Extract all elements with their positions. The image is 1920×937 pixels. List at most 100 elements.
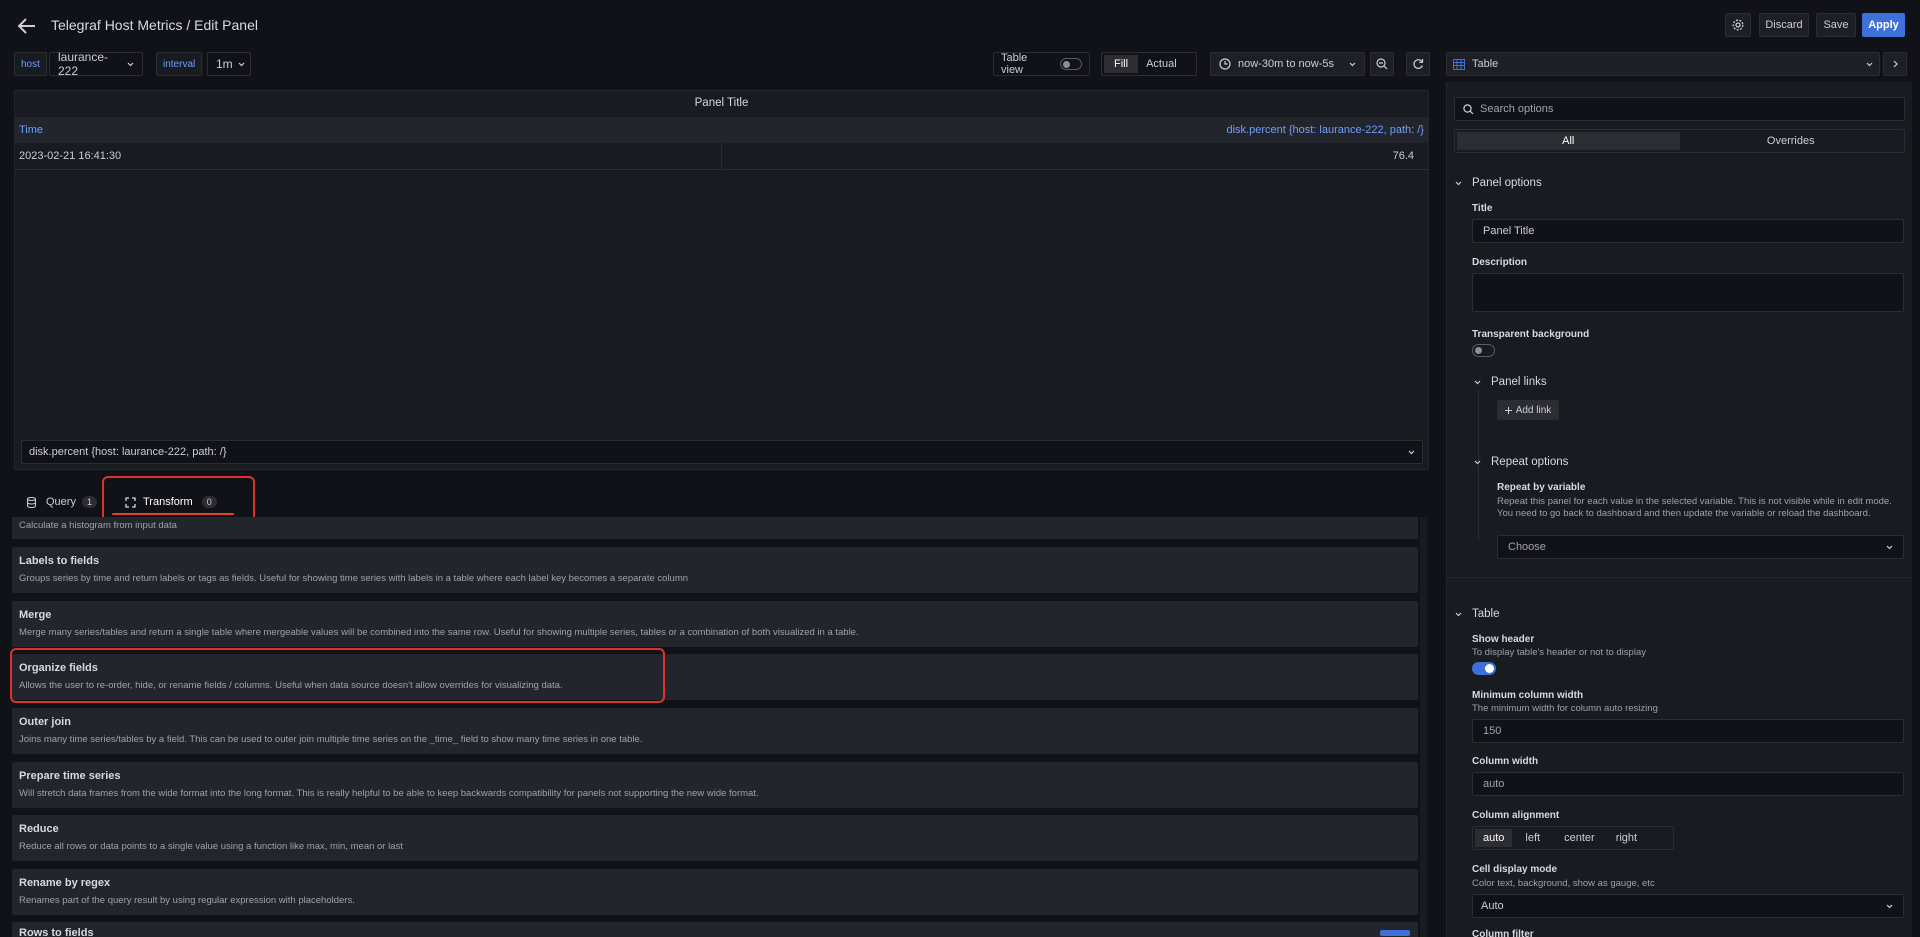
settings-button[interactable] — [1725, 13, 1751, 37]
transform-item-merge[interactable]: Merge Merge many series/tables and retur… — [12, 601, 1418, 647]
section-panel-options[interactable]: Panel options — [1455, 177, 1542, 189]
section-title: Panel links — [1491, 376, 1547, 388]
gear-icon — [1732, 19, 1744, 31]
repeat-by-label: Repeat by variable — [1497, 482, 1586, 493]
col-width-value: auto — [1483, 778, 1505, 790]
title-label: Title — [1472, 203, 1493, 214]
interval-variable-value: 1m — [216, 57, 233, 71]
transform-item-title: Rename by regex — [19, 877, 111, 889]
transform-item-outer-join[interactable]: Outer join Joins many time series/tables… — [12, 708, 1418, 754]
transform-item-title: Merge — [19, 609, 52, 621]
section-repeat-options[interactable]: Repeat options — [1474, 456, 1568, 468]
chevron-down-icon — [1408, 450, 1415, 455]
page-title: Telegraf Host Metrics / Edit Panel — [51, 17, 258, 33]
cell-mode-description: Color text, background, show as gauge, e… — [1472, 878, 1655, 889]
min-col-width-value: 150 — [1483, 725, 1502, 737]
chevron-right-icon — [1893, 60, 1898, 68]
table-view-toggle[interactable]: Table view — [993, 52, 1090, 76]
cell-value: 76.4 — [1392, 150, 1414, 162]
transform-item-labels-to-fields[interactable]: Labels to fields Groups series by time a… — [12, 547, 1418, 593]
section-panel-links[interactable]: Panel links — [1474, 376, 1547, 388]
transform-item-desc: Merge many series/tables and return a si… — [19, 627, 859, 638]
cell-time: 2023-02-21 16:41:30 — [19, 150, 122, 162]
save-button[interactable]: Save — [1816, 13, 1856, 37]
refresh-button[interactable] — [1406, 52, 1430, 76]
time-range-value: now-30m to now-5s — [1238, 58, 1334, 70]
align-auto[interactable]: auto — [1475, 829, 1513, 847]
zoom-out-button[interactable] — [1370, 52, 1394, 76]
title-input[interactable]: Panel Title — [1472, 219, 1904, 243]
query-count-badge: 1 — [81, 496, 97, 508]
actual-button[interactable]: Actual — [1138, 55, 1185, 73]
min-col-width-input[interactable]: 150 — [1472, 719, 1904, 743]
tab-query[interactable]: Query 1 — [27, 496, 97, 508]
cell-mode-label: Cell display mode — [1472, 864, 1558, 875]
chevron-down-icon — [1349, 62, 1356, 67]
toggle-switch[interactable] — [1060, 58, 1082, 70]
table-view-label: Table view — [1001, 52, 1028, 76]
transform-item-rename-by-regex[interactable]: Rename by regex Renames part of the quer… — [12, 869, 1418, 915]
chevron-down-icon — [238, 62, 245, 67]
zoom-out-icon — [1376, 58, 1388, 70]
transform-item-prepare-time-series[interactable]: Prepare time series Will stretch data fr… — [12, 762, 1418, 808]
panel-title: Panel Title — [694, 97, 749, 109]
back-arrow-icon[interactable] — [16, 15, 38, 37]
options-filter-tabs: All Overrides — [1454, 129, 1905, 153]
fill-button[interactable]: Fill — [1104, 55, 1139, 73]
chevron-down-icon — [1866, 62, 1873, 67]
visualization-picker[interactable]: Table — [1446, 52, 1880, 76]
transform-list-scrollbar[interactable] — [1420, 517, 1427, 937]
align-left[interactable]: left — [1512, 829, 1553, 847]
series-select[interactable]: disk.percent {host: laurance-222, path: … — [21, 440, 1423, 464]
transform-item-title: Prepare time series — [19, 770, 121, 782]
transparent-toggle[interactable] — [1472, 344, 1495, 357]
column-header-value[interactable]: disk.percent {host: laurance-222, path: … — [1226, 124, 1424, 136]
add-link-label: Add link — [1515, 404, 1552, 416]
top-bar: Telegraf Host Metrics / Edit Panel Disca… — [0, 0, 1920, 52]
search-icon — [1463, 103, 1474, 115]
interval-variable-select[interactable]: 1m — [207, 52, 251, 76]
chevron-down-icon — [1886, 545, 1893, 550]
min-col-width-label: Minimum column width — [1472, 690, 1584, 701]
options-pane: Search options All Overrides Panel optio… — [1446, 82, 1913, 937]
panel-preview: Panel Title Time disk.percent {host: lau… — [14, 90, 1429, 470]
description-label: Description — [1472, 257, 1528, 268]
apply-button[interactable]: Apply — [1862, 13, 1905, 37]
time-range-picker[interactable]: now-30m to now-5s — [1210, 52, 1365, 76]
align-center[interactable]: center — [1553, 829, 1606, 847]
transform-item-reduce[interactable]: Reduce Reduce all rows or data points to… — [12, 815, 1418, 861]
collapse-options-button[interactable] — [1883, 52, 1907, 76]
transform-item-partial[interactable]: Calculate a histogram from input data — [12, 517, 1418, 539]
search-options-input[interactable]: Search options — [1454, 97, 1905, 121]
host-variable-value: laurance-222 — [58, 50, 109, 78]
section-table[interactable]: Table — [1455, 608, 1500, 620]
transform-item-desc: Renames part of the query result by usin… — [19, 895, 355, 906]
description-textarea[interactable] — [1472, 273, 1904, 312]
table-icon — [1453, 58, 1465, 70]
host-variable-select[interactable]: laurance-222 — [49, 50, 143, 78]
repeat-variable-select[interactable]: Choose — [1497, 535, 1904, 559]
chevron-down-icon — [1474, 460, 1481, 465]
chevron-down-icon — [1455, 612, 1462, 617]
tab-overrides[interactable]: Overrides — [1680, 132, 1903, 150]
transform-item-desc: Will stretch data frames from the wide f… — [19, 788, 759, 799]
section-title: Panel options — [1472, 177, 1542, 189]
transform-item-desc: Joins many time series/tables by a field… — [19, 734, 643, 745]
transform-item-title: Outer join — [19, 716, 71, 728]
col-width-input[interactable]: auto — [1472, 772, 1904, 796]
cell-mode-select[interactable]: Auto — [1472, 894, 1904, 918]
repeat-variable-placeholder: Choose — [1508, 541, 1546, 553]
transparent-label: Transparent background — [1472, 329, 1590, 340]
series-select-value: disk.percent {host: laurance-222, path: … — [29, 446, 227, 458]
column-header-time[interactable]: Time — [19, 124, 43, 136]
transform-item-rows-to-fields[interactable]: Rows to fields — [12, 922, 1418, 937]
transform-item-desc: Groups series by time and return labels … — [19, 573, 689, 584]
add-transform-button[interactable] — [1380, 930, 1410, 936]
tab-all[interactable]: All — [1457, 132, 1680, 150]
discard-button[interactable]: Discard — [1759, 13, 1809, 37]
show-header-toggle[interactable] — [1472, 662, 1496, 675]
align-right[interactable]: right — [1606, 829, 1647, 847]
column-filter-label: Column filter — [1472, 929, 1534, 937]
add-link-button[interactable]: Add link — [1497, 400, 1559, 420]
col-width-label: Column width — [1472, 756, 1539, 767]
